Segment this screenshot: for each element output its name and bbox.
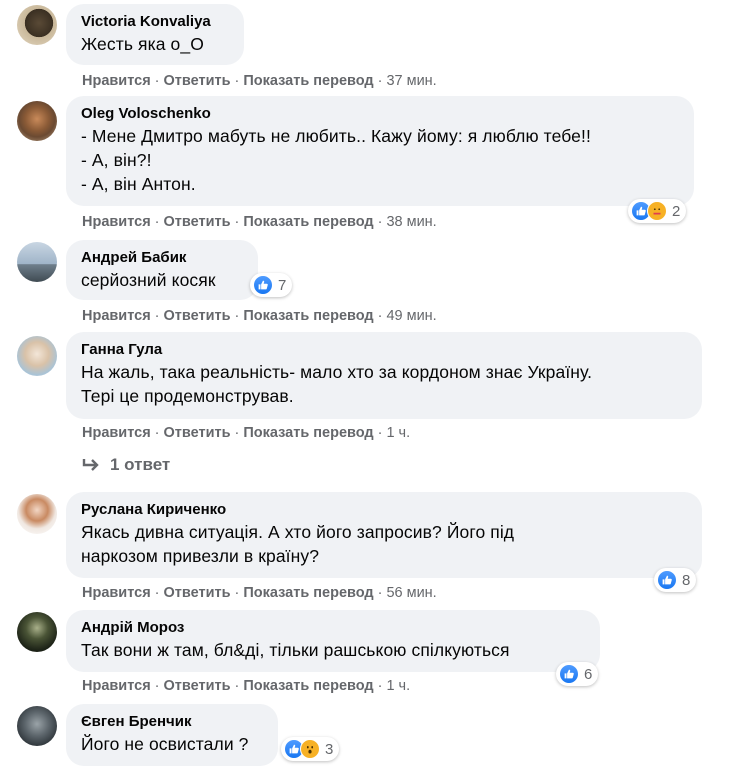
reaction-count: 8	[682, 571, 691, 589]
comment-author[interactable]: Oleg Voloschenko	[81, 104, 680, 124]
like-link[interactable]: Нравится	[82, 214, 151, 230]
comment-author[interactable]: Андрей Бабик	[81, 248, 244, 268]
like-reaction-icon	[657, 570, 677, 590]
reaction-summary[interactable]: 2	[628, 199, 687, 223]
like-reaction-icon	[559, 664, 579, 684]
comment-text: На жаль, така реальність- мало хто за ко…	[81, 362, 593, 382]
comment-actions: Нравится · Ответить · Показать перевод · 49 ми…	[82, 308, 437, 324]
reaction-count: 3	[325, 740, 334, 758]
translate-link[interactable]: Показать перевод	[243, 308, 373, 324]
comment-time[interactable]: 37 мин.	[386, 73, 436, 89]
avatar[interactable]	[17, 494, 57, 534]
comment-author[interactable]: Ганна Гула	[81, 340, 688, 360]
comment-bubble: Ганна Гула На жаль, така реальність- мал…	[66, 332, 702, 419]
like-reaction-icon	[253, 275, 273, 295]
comment-actions: Нравится · Ответить · Показать перевод · 1 ч.	[82, 678, 411, 694]
comment-bubble: Андрей Бабик серйозний косяк	[66, 240, 258, 300]
comment-text: - А, він Антон.	[81, 174, 196, 194]
reply-link[interactable]: Ответить	[164, 678, 231, 694]
comment-actions: Нравится · Ответить · Показать перевод · 38 ми…	[82, 214, 437, 230]
comment-text: - Мене Дмитро мабуть не любить.. Кажу йо…	[81, 126, 591, 146]
reaction-summary[interactable]: 6	[556, 662, 599, 686]
comment-time[interactable]: 1 ч.	[386, 425, 410, 441]
comment-author[interactable]: Victoria Konvaliya	[81, 12, 230, 32]
comment-bubble: Андрій Мороз Так вони ж там, бл&ді, тіль…	[66, 610, 600, 672]
comment-text-content: серйозний косяк	[81, 270, 216, 290]
like-link[interactable]: Нравится	[82, 585, 151, 601]
comment-text-content: Його не освистали ?	[81, 734, 249, 754]
translate-link[interactable]: Показать перевод	[243, 585, 373, 601]
comment-text: Якась дивна ситуація. А хто його запроси…	[81, 522, 515, 542]
reply-arrow-icon	[82, 459, 99, 471]
replies-count-label: 1 ответ	[110, 455, 171, 474]
avatar[interactable]	[17, 101, 57, 141]
reply-link[interactable]: Ответить	[164, 585, 231, 601]
comment-bubble: Євген Бренчик Його не освистали ?	[66, 704, 278, 766]
care-reaction-icon	[647, 201, 667, 221]
reply-link[interactable]: Ответить	[164, 73, 231, 89]
comment-bubble: Oleg Voloschenko - Мене Дмитро мабуть не…	[66, 96, 694, 206]
reaction-summary[interactable]: 7	[250, 273, 293, 297]
translate-link[interactable]: Показать перевод	[243, 678, 373, 694]
comment-author[interactable]: Андрій Мороз	[81, 618, 586, 638]
view-replies-link[interactable]: 1 ответ	[82, 455, 170, 475]
comment-time[interactable]: 38 мин.	[386, 214, 436, 230]
like-link[interactable]: Нравится	[82, 678, 151, 694]
comment-text: - А, він?!	[81, 150, 152, 170]
wow-reaction-icon	[300, 739, 320, 759]
like-link[interactable]: Нравится	[82, 73, 151, 89]
comment-text: Жесть яка о_О	[81, 34, 204, 54]
translate-link[interactable]: Показать перевод	[243, 73, 373, 89]
comment-actions: Нравится · Ответить · Показать перевод · 37 ми…	[82, 73, 437, 89]
avatar[interactable]	[17, 5, 57, 45]
comment-author[interactable]: Руслана Кириченко	[81, 500, 688, 520]
comment-bubble: Victoria Konvaliya Жесть яка о_О	[66, 4, 244, 65]
like-link[interactable]: Нравится	[82, 308, 151, 324]
translate-link[interactable]: Показать перевод	[243, 425, 373, 441]
reply-link[interactable]: Ответить	[164, 308, 231, 324]
comment-time[interactable]: 49 мин.	[386, 308, 436, 324]
reaction-count: 7	[278, 276, 287, 294]
comment-time[interactable]: 56 мин.	[386, 585, 436, 601]
reaction-summary[interactable]: 8	[654, 568, 697, 592]
reaction-summary[interactable]: 3	[281, 737, 340, 761]
comment-text: Так вони ж там, бл&ді, тільки рашською с…	[81, 640, 510, 660]
translate-link[interactable]: Показать перевод	[243, 214, 373, 230]
comment-text: Тері це продемонстрував.	[81, 386, 294, 406]
comment-text: Його не освистали ?	[81, 732, 264, 756]
avatar[interactable]	[17, 242, 57, 282]
like-link[interactable]: Нравится	[82, 425, 151, 441]
comment-time[interactable]: 1 ч.	[386, 678, 410, 694]
avatar[interactable]	[17, 612, 57, 652]
reaction-count: 2	[672, 202, 681, 220]
avatar[interactable]	[17, 336, 57, 376]
comment-actions: Нравится · Ответить · Показать перевод · 1 ч.	[82, 425, 411, 441]
reaction-count: 6	[584, 665, 593, 683]
reply-link[interactable]: Ответить	[164, 214, 231, 230]
comment-bubble: Руслана Кириченко Якась дивна ситуація. …	[66, 492, 702, 578]
comment-text: серйозний косяк	[81, 268, 244, 292]
comment-actions: Нравится · Ответить · Показать перевод · 56 ми…	[82, 585, 437, 601]
comment-author[interactable]: Євген Бренчик	[81, 712, 264, 732]
avatar[interactable]	[17, 706, 57, 746]
reply-link[interactable]: Ответить	[164, 425, 231, 441]
comment-text: наркозом привезли в країну?	[81, 546, 320, 566]
